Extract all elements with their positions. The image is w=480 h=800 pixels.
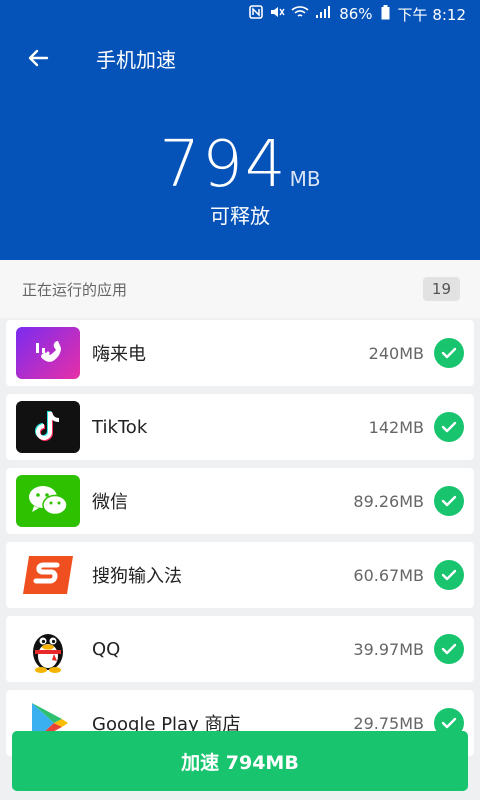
nfc-icon bbox=[249, 5, 264, 23]
wechat-app-icon bbox=[16, 475, 80, 527]
app-size: 60.67MB bbox=[353, 565, 424, 585]
qq-app-icon bbox=[16, 623, 80, 675]
tiktok-app-icon bbox=[16, 401, 80, 453]
app-size: 240MB bbox=[368, 343, 424, 363]
memory-value: 794 bbox=[159, 128, 288, 202]
app-name: 搜狗输入法 bbox=[92, 566, 182, 587]
memory-amount: 794 MB bbox=[0, 128, 480, 202]
app-row[interactable]: 搜狗输入法 60.67MB bbox=[6, 542, 474, 608]
memory-unit: MB bbox=[289, 167, 321, 191]
check-icon[interactable] bbox=[434, 412, 464, 442]
check-icon[interactable] bbox=[434, 486, 464, 516]
header: 86% 下午 8:12 手机加速 794 MB 可释放 bbox=[0, 0, 480, 260]
clock: 下午 8:12 bbox=[397, 5, 466, 24]
boost-button[interactable]: 加速 794MB bbox=[12, 731, 468, 791]
app-name: 微信 bbox=[92, 492, 128, 513]
check-icon[interactable] bbox=[434, 560, 464, 590]
wifi-icon bbox=[291, 5, 309, 23]
running-apps-title: 正在运行的应用 bbox=[22, 280, 128, 299]
running-apps-count-badge: 19 bbox=[422, 277, 460, 301]
hilaidian-app-icon bbox=[16, 327, 80, 379]
status-icons bbox=[249, 5, 331, 23]
page-title: 手机加速 bbox=[96, 47, 176, 72]
freeable-label: 可释放 bbox=[210, 204, 270, 228]
battery-icon bbox=[381, 4, 390, 24]
app-row[interactable]: 微信 89.26MB bbox=[6, 468, 474, 534]
check-icon[interactable] bbox=[434, 338, 464, 368]
app-row[interactable]: 嗨来电 240MB bbox=[6, 320, 474, 386]
signal-icon bbox=[315, 5, 331, 23]
sogou-input-app-icon bbox=[16, 549, 80, 601]
app-name: TikTok bbox=[92, 416, 148, 438]
status-bar: 86% 下午 8:12 bbox=[0, 0, 480, 28]
mute-icon bbox=[269, 5, 285, 23]
app-list: 嗨来电 240MB TikTok 142MB 微信 89.26MB 搜狗输入法 … bbox=[0, 320, 480, 764]
app-row[interactable]: TikTok 142MB bbox=[6, 394, 474, 460]
running-apps-header: 正在运行的应用 19 bbox=[0, 260, 480, 318]
app-size: 39.97MB bbox=[353, 639, 424, 659]
check-icon[interactable] bbox=[434, 634, 464, 664]
back-button[interactable] bbox=[16, 36, 60, 80]
app-size: 29.75MB bbox=[353, 713, 424, 733]
battery-percent: 86% bbox=[339, 5, 373, 23]
top-bar: 手机加速 bbox=[0, 36, 480, 80]
app-size: 142MB bbox=[368, 417, 424, 437]
app-name: 嗨来电 bbox=[92, 344, 146, 365]
arrow-left-icon bbox=[28, 49, 49, 67]
app-name: QQ bbox=[92, 638, 121, 660]
app-row[interactable]: QQ 39.97MB bbox=[6, 616, 474, 682]
app-size: 89.26MB bbox=[353, 491, 424, 511]
